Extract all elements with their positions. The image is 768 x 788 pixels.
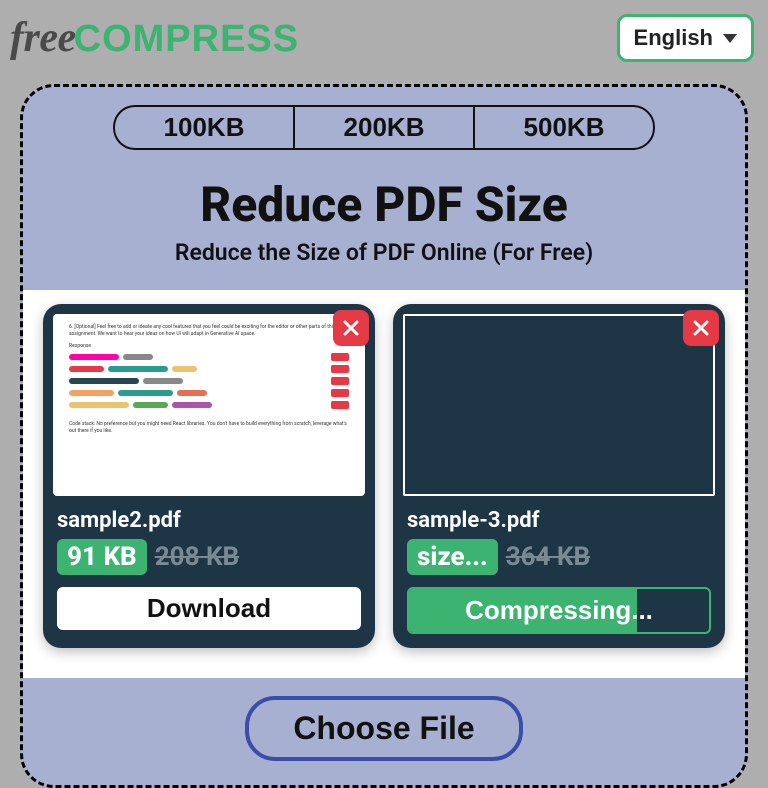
file-card: sample-3.pdf size... 364 KB Compressing.… (393, 304, 725, 648)
logo-free: free (10, 14, 76, 62)
file-name: sample2.pdf (57, 508, 361, 533)
choose-file-button[interactable]: Choose File (245, 696, 522, 761)
file-name: sample-3.pdf (407, 508, 711, 533)
header: free COMPRESS English (0, 0, 768, 84)
preset-500kb[interactable]: 500KB (473, 105, 655, 150)
logo[interactable]: free COMPRESS (10, 14, 299, 62)
logo-compress: COMPRESS (74, 18, 299, 61)
language-selector[interactable]: English (617, 14, 754, 62)
preset-200kb[interactable]: 200KB (293, 105, 473, 150)
page-subtitle: Reduce the Size of PDF Online (For Free) (23, 239, 745, 266)
files-strip: 6. [Optional] Feel free to add or ideate… (23, 290, 745, 678)
progress-label: Compressing... (465, 595, 653, 625)
language-label: English (634, 25, 713, 51)
size-presets: 100KB 200KB 500KB (113, 105, 655, 150)
new-size-badge: 91 KB (57, 539, 147, 575)
close-icon[interactable] (333, 310, 369, 346)
pdf-preview (403, 314, 715, 496)
download-button[interactable]: Download (57, 587, 361, 630)
chevron-down-icon (723, 34, 737, 43)
main-panel: 100KB 200KB 500KB Reduce PDF Size Reduce… (20, 84, 748, 788)
preset-100kb[interactable]: 100KB (113, 105, 293, 150)
old-size: 208 KB (155, 542, 239, 572)
new-size-badge: size... (407, 539, 498, 575)
file-card: 6. [Optional] Feel free to add or ideate… (43, 304, 375, 648)
compressing-progress: Compressing... (407, 587, 711, 634)
close-icon[interactable] (683, 310, 719, 346)
size-row: 91 KB 208 KB (57, 539, 361, 575)
page-title: Reduce PDF Size (23, 176, 745, 233)
pdf-preview: 6. [Optional] Feel free to add or ideate… (53, 314, 365, 496)
old-size: 364 KB (506, 542, 590, 572)
size-row: size... 364 KB (407, 539, 711, 575)
